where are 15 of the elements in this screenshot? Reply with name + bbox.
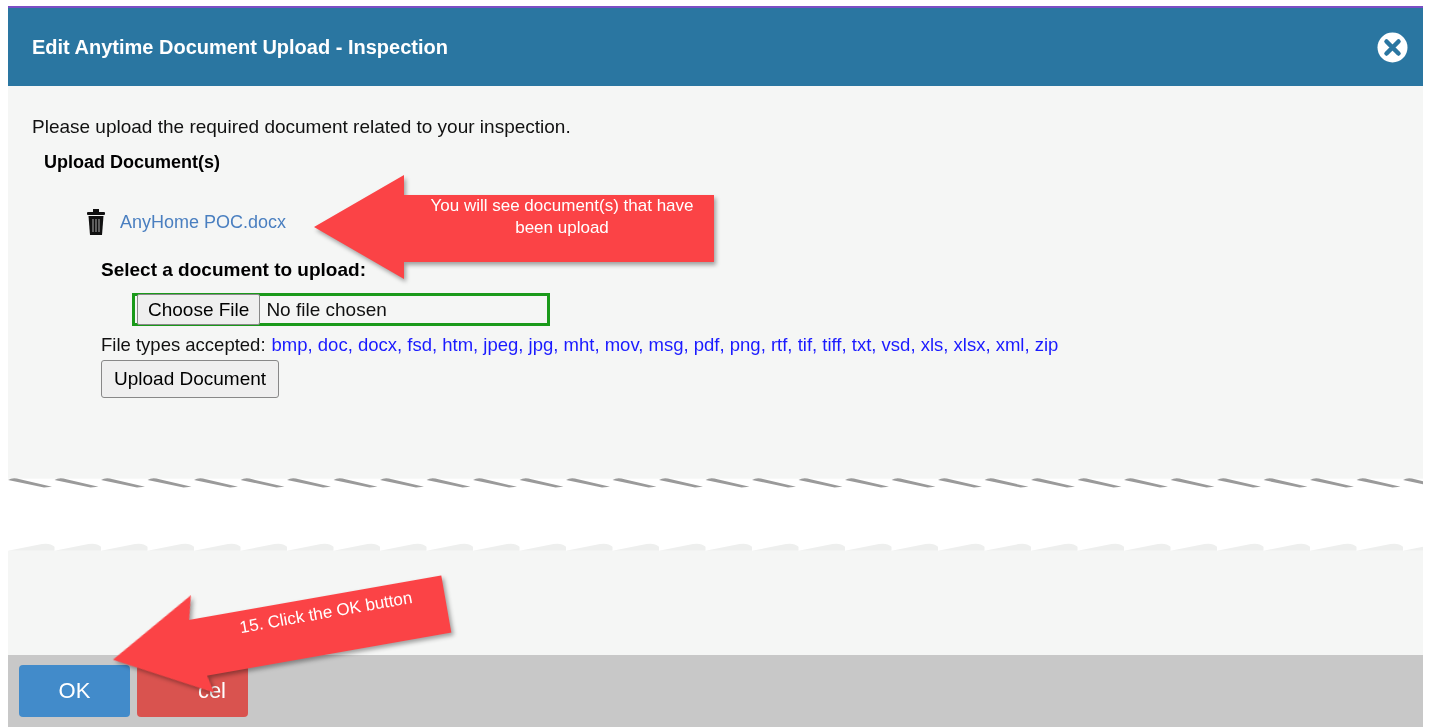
- file-input[interactable]: Choose File No file chosen: [132, 293, 550, 326]
- intro-text: Please upload the required document related to your inspection.: [32, 116, 572, 138]
- upload-document-button[interactable]: Upload Document: [101, 360, 280, 398]
- document-link[interactable]: AnyHome POC.docx: [120, 211, 287, 233]
- select-label: Select a document to upload:: [101, 259, 367, 281]
- callout-text: You will see document(s) that have been upload: [429, 195, 695, 240]
- file-types-list: bmp, doc, docx, fsd, htm, jpeg, jpg, mht, mov, msg, pdf, png, rtf, tif, tiff, txt, vsd, xls, xlsx, xml, zip: [271, 334, 1059, 356]
- choose-file-button[interactable]: Choose File: [137, 294, 261, 325]
- file-status-text: No file chosen: [266, 298, 387, 321]
- dialog-title: Edit Anytime Document Upload - Inspection: [32, 35, 448, 59]
- ok-button[interactable]: OK: [19, 665, 130, 717]
- file-types-label: File types accepted:: [101, 334, 266, 356]
- trash-icon[interactable]: [87, 209, 105, 235]
- callout-text: 15. Click the OK button: [237, 587, 415, 640]
- section-heading: Upload Document(s): [44, 152, 221, 173]
